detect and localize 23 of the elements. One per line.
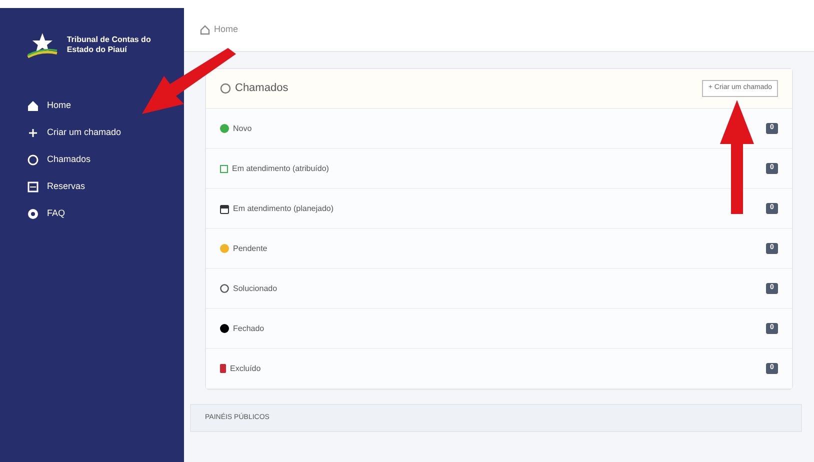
home-icon xyxy=(200,24,210,34)
circle-icon xyxy=(220,284,229,293)
status-label: Solucionado xyxy=(233,282,278,294)
status-label: Em atendimento (atribuído) xyxy=(232,162,329,174)
disc-icon xyxy=(27,208,39,220)
home-icon xyxy=(27,100,39,112)
status-label: Em atendimento (planejado) xyxy=(233,202,334,214)
circle-icon xyxy=(27,154,39,166)
card-title: Chamados xyxy=(235,81,288,96)
sidebar-item[interactable]: Chamados xyxy=(0,146,184,173)
plus-icon xyxy=(27,126,39,138)
sidebar-item[interactable]: Criar um chamado xyxy=(0,119,184,146)
breadcrumb[interactable]: Home xyxy=(214,22,238,36)
status-label: Novo xyxy=(233,122,252,134)
sidebar-item[interactable]: Home xyxy=(0,92,184,119)
logo-text: Tribunal de Contas do Estado do Piauí xyxy=(66,35,152,55)
calendar-icon xyxy=(220,204,229,214)
status-label: Fechado xyxy=(233,322,264,334)
sidebar-item[interactable]: FAQ xyxy=(0,200,184,227)
status-label: Excluído xyxy=(230,362,261,374)
status-label: Pendente xyxy=(233,242,268,254)
calendar-icon xyxy=(27,180,39,192)
sidebar-item[interactable]: Reservas xyxy=(0,173,184,200)
